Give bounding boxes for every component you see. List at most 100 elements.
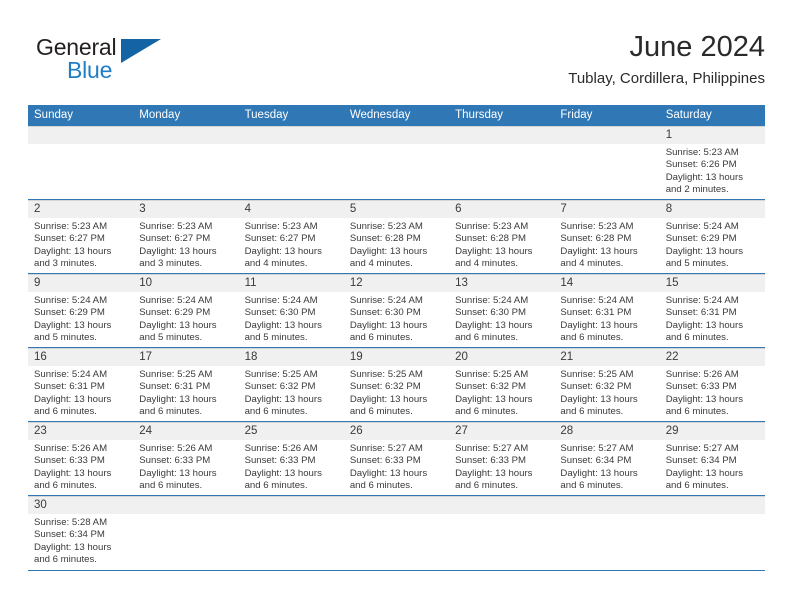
calendar-day-cell[interactable]: 23 Sunrise: 5:26 AM Sunset: 6:33 PM Dayligh… bbox=[28, 422, 134, 495]
calendar-day-cell[interactable]: 5 Sunrise: 5:23 AM Sunset: 6:28 PM Daylight… bbox=[343, 200, 450, 273]
day-details: Sunrise: 5:23 AM Sunset: 6:27 PM Daylight:… bbox=[239, 218, 344, 270]
sunrise-text: Sunrise: 5:27 AM bbox=[665, 443, 739, 454]
daylight-text-line2: and 5 minutes. bbox=[34, 331, 97, 343]
calendar-day-cell[interactable]: 12 Sunrise: 5:24 AM Sunset: 6:30 PM Dayligh… bbox=[343, 274, 450, 347]
calendar-day-cell[interactable]: 10 Sunrise: 5:24 AM Sunset: 6:29 PM Dayligh… bbox=[133, 274, 239, 347]
calendar-day-cell[interactable]: 24 Sunrise: 5:26 AM Sunset: 6:33 PM Dayligh… bbox=[133, 422, 239, 495]
daylight-text-line1: Daylight: 13 hours bbox=[139, 467, 217, 479]
day-number-strip: 24 bbox=[133, 422, 239, 440]
sunrise-text: Sunrise: 5:24 AM bbox=[244, 295, 318, 306]
calendar-day-cell[interactable]: 8 Sunrise: 5:24 AM Sunset: 6:29 PM Daylight… bbox=[659, 200, 765, 273]
sunset-text: Sunset: 6:33 PM bbox=[455, 455, 527, 467]
day-details: Sunrise: 5:24 AM Sunset: 6:30 PM Daylight:… bbox=[449, 292, 554, 344]
calendar-day-cell-empty bbox=[554, 126, 660, 199]
day-number: 22 bbox=[665, 351, 679, 363]
logo-triangle-icon bbox=[121, 39, 161, 63]
day-details: Sunrise: 5:25 AM Sunset: 6:32 PM Daylight:… bbox=[344, 366, 449, 418]
calendar-day-cell[interactable]: 6 Sunrise: 5:23 AM Sunset: 6:28 PM Daylight… bbox=[449, 200, 555, 273]
day-details: Sunrise: 5:27 AM Sunset: 6:34 PM Daylight:… bbox=[660, 440, 765, 492]
calendar-day-cell[interactable]: 29 Sunrise: 5:27 AM Sunset: 6:34 PM Dayligh… bbox=[659, 422, 765, 495]
sunset-text: Sunset: 6:27 PM bbox=[34, 233, 105, 245]
day-number-strip: 27 bbox=[449, 422, 555, 440]
calendar-day-cell[interactable]: 22 Sunrise: 5:26 AM Sunset: 6:33 PM Dayligh… bbox=[659, 348, 765, 421]
sunset-text: Sunset: 6:32 PM bbox=[349, 381, 421, 393]
day-number: 5 bbox=[349, 203, 357, 215]
day-number-strip: 5 bbox=[343, 200, 450, 218]
day-number: 25 bbox=[244, 425, 258, 437]
sunset-text: Sunset: 6:28 PM bbox=[349, 233, 421, 245]
calendar-day-cell[interactable]: 25 Sunrise: 5:26 AM Sunset: 6:33 PM Dayligh… bbox=[238, 422, 344, 495]
daylight-text-line1: Daylight: 13 hours bbox=[665, 467, 744, 479]
daylight-text-line1: Daylight: 13 hours bbox=[349, 319, 428, 331]
day-details: Sunrise: 5:23 AM Sunset: 6:28 PM Daylight:… bbox=[449, 218, 554, 270]
sunrise-text: Sunrise: 5:23 AM bbox=[560, 221, 634, 232]
calendar-day-cell[interactable]: 27 Sunrise: 5:27 AM Sunset: 6:33 PM Dayligh… bbox=[449, 422, 555, 495]
calendar-day-cell[interactable]: 17 Sunrise: 5:25 AM Sunset: 6:31 PM Dayligh… bbox=[133, 348, 239, 421]
calendar-day-cell[interactable]: 2 Sunrise: 5:23 AM Sunset: 6:27 PM Daylight… bbox=[28, 200, 134, 273]
calendar-day-cell[interactable]: 30 Sunrise: 5:28 AM Sunset: 6:34 PM Dayligh… bbox=[28, 496, 134, 570]
sunset-text: Sunset: 6:27 PM bbox=[244, 233, 316, 245]
sunrise-text: Sunrise: 5:24 AM bbox=[34, 295, 108, 306]
sunset-text: Sunset: 6:31 PM bbox=[139, 381, 211, 393]
daylight-text-line2: and 6 minutes. bbox=[349, 405, 413, 417]
day-details: Sunrise: 5:23 AM Sunset: 6:28 PM Daylight:… bbox=[344, 218, 449, 270]
day-number-strip: 16 bbox=[28, 348, 134, 366]
daylight-text-line1: Daylight: 13 hours bbox=[139, 393, 217, 405]
weekday-header-row: Sunday Monday Tuesday Wednesday Thursday… bbox=[28, 105, 765, 126]
daylight-text-line2: and 6 minutes. bbox=[665, 479, 729, 491]
calendar-day-cell-empty bbox=[554, 496, 660, 570]
calendar-day-cell-empty bbox=[659, 496, 765, 570]
sunset-text: Sunset: 6:33 PM bbox=[349, 455, 421, 467]
day-number-strip: 2 bbox=[28, 200, 134, 218]
day-details: Sunrise: 5:26 AM Sunset: 6:33 PM Daylight:… bbox=[239, 440, 344, 492]
day-number: 10 bbox=[139, 277, 153, 289]
calendar-day-cell[interactable]: 16 Sunrise: 5:24 AM Sunset: 6:31 PM Dayligh… bbox=[28, 348, 134, 421]
sunrise-text: Sunrise: 5:26 AM bbox=[665, 369, 739, 380]
sunrise-text: Sunrise: 5:28 AM bbox=[34, 517, 108, 528]
day-number-strip: 22 bbox=[659, 348, 765, 366]
general-blue-logo[interactable]: General Blue bbox=[36, 34, 216, 96]
calendar-day-cell[interactable]: 15 Sunrise: 5:24 AM Sunset: 6:31 PM Dayligh… bbox=[659, 274, 765, 347]
calendar-day-cell[interactable]: 9 Sunrise: 5:24 AM Sunset: 6:29 PM Daylight… bbox=[28, 274, 134, 347]
calendar-week-row: 30 Sunrise: 5:28 AM Sunset: 6:34 PM Dayligh… bbox=[28, 496, 765, 571]
calendar-day-cell[interactable]: 3 Sunrise: 5:23 AM Sunset: 6:27 PM Daylight… bbox=[133, 200, 239, 273]
weekday-header-sunday: Sunday bbox=[34, 109, 74, 121]
calendar-day-cell[interactable]: 19 Sunrise: 5:25 AM Sunset: 6:32 PM Dayligh… bbox=[343, 348, 450, 421]
sunset-text: Sunset: 6:29 PM bbox=[665, 233, 737, 245]
daylight-text-line1: Daylight: 13 hours bbox=[139, 245, 217, 257]
page-subtitle: Tublay, Cordillera, Philippines bbox=[568, 70, 765, 87]
day-number: 1 bbox=[665, 129, 673, 141]
day-number-strip: 23 bbox=[28, 422, 134, 440]
sunset-text: Sunset: 6:32 PM bbox=[560, 381, 632, 393]
calendar-day-cell-empty bbox=[343, 126, 450, 199]
calendar-day-cell[interactable]: 7 Sunrise: 5:23 AM Sunset: 6:28 PM Daylight… bbox=[554, 200, 660, 273]
day-number-strip: 28 bbox=[554, 422, 660, 440]
calendar-day-cell[interactable]: 1 Sunrise: 5:23 AM Sunset: 6:26 PM Daylight… bbox=[659, 126, 765, 199]
calendar-day-cell[interactable]: 18 Sunrise: 5:25 AM Sunset: 6:32 PM Dayligh… bbox=[238, 348, 344, 421]
calendar-day-cell[interactable]: 21 Sunrise: 5:25 AM Sunset: 6:32 PM Dayligh… bbox=[554, 348, 660, 421]
calendar-day-cell[interactable]: 14 Sunrise: 5:24 AM Sunset: 6:31 PM Dayligh… bbox=[554, 274, 660, 347]
weekday-header-saturday: Saturday bbox=[665, 109, 712, 121]
day-number: 13 bbox=[455, 277, 468, 289]
daylight-text-line2: and 6 minutes. bbox=[34, 405, 97, 417]
daylight-text-line2: and 4 minutes. bbox=[244, 257, 308, 269]
weekday-header-friday: Friday bbox=[560, 109, 593, 121]
sunrise-text: Sunrise: 5:24 AM bbox=[34, 369, 108, 380]
sunrise-text: Sunrise: 5:23 AM bbox=[665, 147, 739, 158]
calendar-week-row: 1 Sunrise: 5:23 AM Sunset: 6:26 PM Daylight… bbox=[28, 126, 765, 200]
day-details: Sunrise: 5:26 AM Sunset: 6:33 PM Daylight:… bbox=[660, 366, 765, 418]
daylight-text-line2: and 6 minutes. bbox=[244, 405, 308, 417]
daylight-text-line1: Daylight: 13 hours bbox=[560, 393, 638, 405]
calendar-day-cell[interactable]: 11 Sunrise: 5:24 AM Sunset: 6:30 PM Dayligh… bbox=[238, 274, 344, 347]
day-number-strip bbox=[554, 496, 660, 514]
calendar-day-cell[interactable]: 26 Sunrise: 5:27 AM Sunset: 6:33 PM Dayligh… bbox=[343, 422, 450, 495]
calendar-day-cell[interactable]: 4 Sunrise: 5:23 AM Sunset: 6:27 PM Daylight… bbox=[238, 200, 344, 273]
calendar-day-cell[interactable]: 20 Sunrise: 5:25 AM Sunset: 6:32 PM Dayligh… bbox=[449, 348, 555, 421]
calendar-page: General Blue June 2024 Tublay, Cordiller… bbox=[0, 0, 792, 612]
calendar-day-cell[interactable]: 13 Sunrise: 5:24 AM Sunset: 6:30 PM Dayligh… bbox=[449, 274, 555, 347]
day-details: Sunrise: 5:25 AM Sunset: 6:32 PM Daylight:… bbox=[554, 366, 659, 418]
sunrise-text: Sunrise: 5:23 AM bbox=[349, 221, 423, 232]
daylight-text-line2: and 6 minutes. bbox=[665, 331, 729, 343]
day-number-strip: 1 bbox=[659, 126, 765, 144]
calendar-day-cell[interactable]: 28 Sunrise: 5:27 AM Sunset: 6:34 PM Dayligh… bbox=[554, 422, 660, 495]
